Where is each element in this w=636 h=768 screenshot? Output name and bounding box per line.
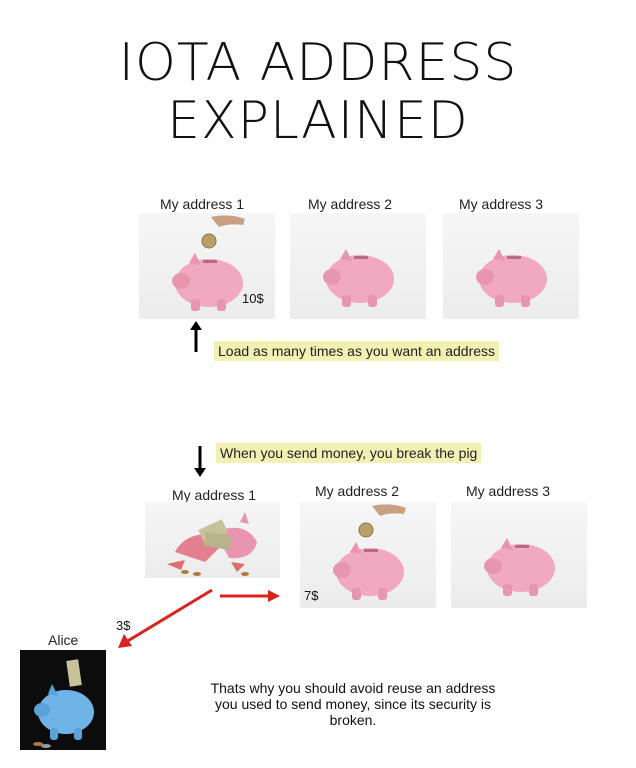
- blue-piggy-bank-icon: [34, 684, 94, 740]
- up-arrow-icon: [190, 321, 202, 352]
- broken-pig-image: [145, 502, 280, 578]
- title-line-2: EXPLAINED: [167, 91, 469, 151]
- send-note: When you send money, you break the pig: [216, 443, 482, 463]
- page-title: IOTA ADDRESS EXPLAINED: [0, 34, 636, 150]
- right-red-arrow-icon: [220, 590, 280, 602]
- down-arrow-icon: [194, 446, 206, 477]
- amount-to-address-2: 7$: [304, 588, 319, 603]
- bottom-address-3-label: My address 3: [466, 483, 551, 499]
- coins-icon: [33, 742, 51, 748]
- title-line-1: IOTA ADDRESS: [118, 33, 518, 93]
- piggy-bank-icon: [172, 253, 243, 311]
- hand-with-coin-icon: [201, 215, 245, 249]
- top-address-3-label: My address 3: [459, 196, 544, 212]
- banknote-icon: [66, 659, 82, 687]
- top-address-2-label: My address 2: [308, 196, 393, 212]
- hand-with-coin-icon: [358, 504, 406, 538]
- bottom-address-2-label: My address 2: [315, 483, 400, 499]
- load-note: Load as many times as you want an addres…: [214, 341, 500, 361]
- piggy-bank-icon: [323, 249, 394, 307]
- alice-pig-image: [20, 650, 106, 750]
- coins-icon: [181, 570, 249, 576]
- amount-to-alice: 3$: [116, 618, 131, 633]
- piggy-bank-icon: [484, 538, 555, 596]
- alice-label: Alice: [48, 632, 79, 648]
- piggy-bank-icon: [476, 249, 547, 307]
- top-amount-label: 10$: [242, 291, 264, 306]
- bottom-pig-3-image: [451, 502, 587, 608]
- bottom-pig-2-image: [300, 502, 436, 608]
- explanation-text: Thats why you should avoid reuse an addr…: [210, 680, 496, 728]
- bottom-address-1-label: My address 1: [172, 487, 257, 503]
- top-address-1-label: My address 1: [160, 196, 245, 212]
- top-pig-2-image: [290, 213, 426, 319]
- piggy-bank-icon: [333, 542, 404, 600]
- top-pig-3-image: [443, 213, 579, 319]
